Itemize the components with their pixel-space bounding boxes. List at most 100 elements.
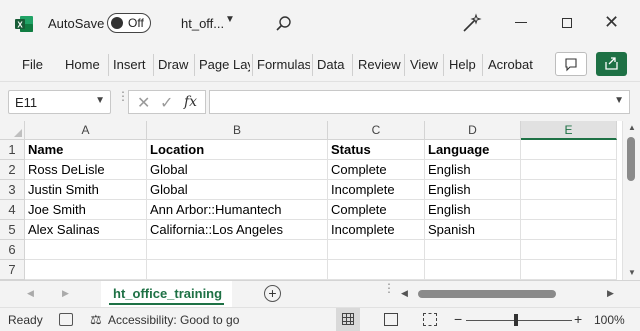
- share-button[interactable]: [596, 52, 627, 76]
- table-cell[interactable]: [521, 160, 617, 180]
- formula-input[interactable]: ▼: [209, 90, 630, 114]
- table-cell[interactable]: Alex Salinas: [25, 220, 147, 240]
- row-header[interactable]: 1: [0, 140, 25, 160]
- table-cell[interactable]: [521, 220, 617, 240]
- table-cell[interactable]: [521, 240, 617, 260]
- row-header[interactable]: 4: [0, 200, 25, 220]
- table-cell[interactable]: Justin Smith: [25, 180, 147, 200]
- table-cell[interactable]: Spanish: [425, 220, 521, 240]
- accessibility-status[interactable]: Accessibility: Good to go: [108, 313, 239, 327]
- table-cell[interactable]: [425, 240, 521, 260]
- row-header[interactable]: 7: [0, 260, 25, 280]
- tab-review[interactable]: Review: [358, 57, 401, 72]
- filename-dropdown-icon[interactable]: ▼: [225, 14, 235, 25]
- add-sheet-icon[interactable]: +: [264, 285, 281, 302]
- scroll-down-icon[interactable]: ▼: [628, 268, 636, 277]
- table-cell[interactable]: [521, 180, 617, 200]
- normal-view-button[interactable]: [336, 308, 360, 331]
- table-cell[interactable]: Global: [147, 160, 328, 180]
- table-cell[interactable]: Ann Arbor::Humantech: [147, 200, 328, 220]
- table-cell[interactable]: [147, 260, 328, 280]
- select-all-corner[interactable]: [0, 121, 25, 140]
- search-icon[interactable]: [274, 14, 294, 34]
- scroll-left-icon[interactable]: ◀: [401, 288, 408, 299]
- table-cell[interactable]: [25, 240, 147, 260]
- row-header[interactable]: 5: [0, 220, 25, 240]
- zoom-in-icon[interactable]: +: [574, 311, 582, 327]
- header-cell[interactable]: Status: [328, 140, 425, 160]
- column-header-d[interactable]: D: [425, 121, 521, 140]
- column-header-c[interactable]: C: [328, 121, 425, 140]
- previous-sheet-icon[interactable]: ◀: [27, 288, 34, 299]
- tab-draw[interactable]: Draw: [158, 57, 188, 72]
- row-header[interactable]: 2: [0, 160, 25, 180]
- table-cell[interactable]: Joe Smith: [25, 200, 147, 220]
- tab-help[interactable]: Help: [449, 57, 476, 72]
- tab-file[interactable]: File: [22, 57, 43, 72]
- next-sheet-icon[interactable]: ▶: [62, 288, 69, 299]
- tab-insert[interactable]: Insert: [113, 57, 146, 72]
- table-cell[interactable]: [328, 260, 425, 280]
- row-header[interactable]: 3: [0, 180, 25, 200]
- table-cell[interactable]: Complete: [328, 200, 425, 220]
- sheet-tab-active[interactable]: ht_office_training: [101, 281, 232, 307]
- table-cell[interactable]: Complete: [328, 160, 425, 180]
- table-cell[interactable]: English: [425, 200, 521, 220]
- macro-recording-icon[interactable]: [59, 313, 73, 326]
- designer-wand-icon[interactable]: [460, 13, 482, 35]
- scroll-right-icon[interactable]: ▶: [607, 288, 614, 299]
- chevron-down-icon[interactable]: ▼: [95, 95, 105, 106]
- table-cell[interactable]: [147, 240, 328, 260]
- column-header-e[interactable]: E: [521, 121, 617, 140]
- expand-formula-icon[interactable]: ▼: [614, 95, 624, 106]
- confirm-entry-icon[interactable]: ✓: [160, 93, 173, 113]
- horizontal-scroll-thumb[interactable]: [418, 290, 556, 298]
- tab-view[interactable]: View: [410, 57, 438, 72]
- vertical-scrollbar[interactable]: ▲ ▼: [622, 121, 640, 280]
- comments-button[interactable]: [555, 52, 587, 76]
- scroll-up-icon[interactable]: ▲: [628, 123, 636, 132]
- tab-data[interactable]: Data: [317, 57, 344, 72]
- cancel-entry-icon[interactable]: ✕: [137, 93, 150, 113]
- header-cell[interactable]: Name: [25, 140, 147, 160]
- column-header-a[interactable]: A: [25, 121, 147, 140]
- zoom-out-icon[interactable]: −: [454, 311, 462, 327]
- name-box[interactable]: E11 ▼: [8, 90, 111, 114]
- zoom-slider-thumb[interactable]: [514, 314, 518, 326]
- tab-home[interactable]: Home: [65, 57, 100, 72]
- tab-split-grip-icon[interactable]: ⋮: [383, 282, 395, 294]
- table-cell[interactable]: English: [425, 180, 521, 200]
- autosave-toggle[interactable]: Off: [107, 13, 151, 33]
- table-cell[interactable]: Ross DeLisle: [25, 160, 147, 180]
- tab-acrobat[interactable]: Acrobat: [488, 57, 533, 72]
- page-break-view-icon[interactable]: [423, 313, 437, 326]
- table-cell[interactable]: Global: [147, 180, 328, 200]
- table-cell[interactable]: English: [425, 160, 521, 180]
- table-cell[interactable]: [328, 240, 425, 260]
- table-cell[interactable]: Incomplete: [328, 220, 425, 240]
- worksheet-grid[interactable]: A B C D E 1 Name Location Status Language 2 Ro…: [0, 121, 640, 280]
- table-cell[interactable]: Incomplete: [328, 180, 425, 200]
- accessibility-icon[interactable]: ⚖: [90, 312, 102, 328]
- vertical-scroll-thumb[interactable]: [627, 137, 635, 181]
- page-layout-view-icon[interactable]: [384, 313, 398, 326]
- zoom-level[interactable]: 100%: [594, 313, 625, 327]
- minimize-icon[interactable]: [515, 22, 527, 23]
- insert-function-icon[interactable]: fx: [184, 94, 197, 110]
- row-header[interactable]: 6: [0, 240, 25, 260]
- column-header-b[interactable]: B: [147, 121, 328, 140]
- close-icon[interactable]: ✕: [604, 12, 619, 32]
- table-cell[interactable]: [521, 260, 617, 280]
- tab-formulas[interactable]: Formulas: [257, 57, 310, 72]
- file-name[interactable]: ht_off...: [181, 16, 224, 31]
- header-cell[interactable]: Location: [147, 140, 328, 160]
- header-cell[interactable]: [521, 140, 617, 160]
- maximize-icon[interactable]: [562, 18, 572, 28]
- table-cell[interactable]: [521, 200, 617, 220]
- tab-page-layout[interactable]: Page Lay: [199, 57, 250, 72]
- table-cell[interactable]: [425, 260, 521, 280]
- table-cell[interactable]: California::Los Angeles: [147, 220, 328, 240]
- header-cell[interactable]: Language: [425, 140, 521, 160]
- table-cell[interactable]: [25, 260, 147, 280]
- zoom-slider[interactable]: [466, 320, 572, 321]
